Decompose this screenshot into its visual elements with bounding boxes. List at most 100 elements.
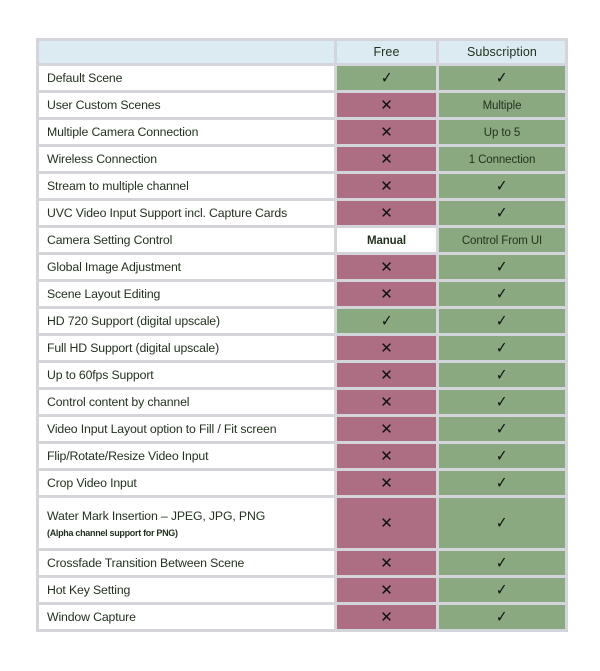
subscription-cell-value: Control From UI [439,228,565,252]
cross-icon: ✕ [380,473,393,492]
feature-label: Flip/Rotate/Resize Video Input [39,444,334,468]
check-icon: ✓ [496,203,508,222]
cross-icon: ✕ [380,513,393,532]
free-cell-cross-icon: ✕ [337,471,436,495]
feature-label: Crossfade Transition Between Scene [39,551,334,575]
check-icon: ✓ [496,338,508,357]
free-cell-cross-icon: ✕ [337,498,436,548]
feature-label: Camera Setting Control [39,228,334,252]
free-cell-cross-icon: ✕ [337,605,436,629]
free-cell-cross-icon: ✕ [337,93,436,117]
free-cell-value: Manual [337,228,436,252]
cell-value: Up to 5 [483,127,521,139]
table-header: Free Subscription [39,41,565,63]
subscription-cell-check-icon: ✓ [439,471,565,495]
free-cell-cross-icon: ✕ [337,551,436,575]
cross-icon: ✕ [380,338,393,357]
cross-icon: ✕ [380,446,393,465]
check-icon: ✓ [496,257,508,276]
subscription-cell-check-icon: ✓ [439,551,565,575]
check-icon: ✓ [496,68,508,87]
free-cell-check-icon: ✓ [337,309,436,333]
feature-label: Default Scene [39,66,334,90]
cross-icon: ✕ [380,122,393,141]
check-icon: ✓ [496,607,508,626]
table-row: Full HD Support (digital upscale) ✕ ✓ [39,336,565,360]
feature-label: Wireless Connection [39,147,334,171]
table-row: Multiple Camera Connection ✕ Up to 5 [39,120,565,144]
check-icon: ✓ [496,311,508,330]
free-cell-cross-icon: ✕ [337,390,436,414]
subscription-cell-check-icon: ✓ [439,201,565,225]
subscription-cell-check-icon: ✓ [439,417,565,441]
table-row: User Custom Scenes ✕ Multiple [39,93,565,117]
table-row: Up to 60fps Support ✕ ✓ [39,363,565,387]
subscription-cell-value: Multiple [439,93,565,117]
free-cell-cross-icon: ✕ [337,444,436,468]
cross-icon: ✕ [380,580,393,599]
table-row: Hot Key Setting ✕ ✓ [39,578,565,602]
feature-label: Water Mark Insertion – JPEG, JPG, PNG (Al… [39,498,334,548]
check-icon: ✓ [496,446,508,465]
subscription-cell-check-icon: ✓ [439,605,565,629]
table-row: Crossfade Transition Between Scene ✕ ✓ [39,551,565,575]
free-cell-check-icon: ✓ [337,66,436,90]
cross-icon: ✕ [380,95,393,114]
cross-icon: ✕ [380,176,393,195]
table-header-row: Free Subscription [39,41,565,63]
table-row: Global Image Adjustment ✕ ✓ [39,255,565,279]
cross-icon: ✕ [380,149,393,168]
feature-label: Hot Key Setting [39,578,334,602]
table-row: Video Input Layout option to Fill / Fit … [39,417,565,441]
table-row: Camera Setting Control Manual Control From… [39,228,565,252]
feature-label: Full HD Support (digital upscale) [39,336,334,360]
check-icon: ✓ [496,513,508,532]
table-row: UVC Video Input Support incl. Capture Ca… [39,201,565,225]
free-cell-cross-icon: ✕ [337,336,436,360]
check-icon: ✓ [496,176,508,195]
table-row: Water Mark Insertion – JPEG, JPG, PNG (Al… [39,498,565,548]
cross-icon: ✕ [380,257,393,276]
cross-icon: ✕ [380,203,393,222]
feature-note: (Alpha channel support for PNG) [47,527,178,538]
feature-label: Control content by channel [39,390,334,414]
cell-value: Manual [366,235,406,247]
cell-value: 1 Connection [468,154,536,166]
cross-icon: ✕ [380,607,393,626]
subscription-cell-value: 1 Connection [439,147,565,171]
check-icon: ✓ [380,311,393,330]
cross-icon: ✕ [380,284,393,303]
feature-comparison-table: Free Subscription Default Scene ✓ ✓ User Cu… [36,38,568,632]
subscription-cell-check-icon: ✓ [439,363,565,387]
check-icon: ✓ [496,419,508,438]
table-row: Stream to multiple channel ✕ ✓ [39,174,565,198]
column-header-free: Free [337,41,436,63]
table-row: Control content by channel ✕ ✓ [39,390,565,414]
table-body: Default Scene ✓ ✓ User Custom Scenes ✕ Multip… [39,66,565,629]
subscription-cell-check-icon: ✓ [439,282,565,306]
cell-value: Multiple [482,100,522,112]
feature-label: Global Image Adjustment [39,255,334,279]
feature-label: Stream to multiple channel [39,174,334,198]
subscription-cell-check-icon: ✓ [439,309,565,333]
subscription-cell-check-icon: ✓ [439,66,565,90]
free-cell-cross-icon: ✕ [337,174,436,198]
table-row: Flip/Rotate/Resize Video Input ✕ ✓ [39,444,565,468]
subscription-cell-check-icon: ✓ [439,578,565,602]
free-cell-cross-icon: ✕ [337,282,436,306]
table-row: HD 720 Support (digital upscale) ✓ ✓ [39,309,565,333]
feature-label: Video Input Layout option to Fill / Fit … [39,417,334,441]
table-row: Default Scene ✓ ✓ [39,66,565,90]
subscription-cell-check-icon: ✓ [439,390,565,414]
free-cell-cross-icon: ✕ [337,120,436,144]
check-icon: ✓ [496,392,508,411]
cell-value: Control From UI [461,235,543,247]
subscription-cell-check-icon: ✓ [439,444,565,468]
subscription-cell-check-icon: ✓ [439,174,565,198]
cross-icon: ✕ [380,553,393,572]
table-row: Wireless Connection ✕ 1 Connection [39,147,565,171]
feature-label: Window Capture [39,605,334,629]
check-icon: ✓ [496,473,508,492]
subscription-cell-check-icon: ✓ [439,336,565,360]
subscription-cell-check-icon: ✓ [439,255,565,279]
